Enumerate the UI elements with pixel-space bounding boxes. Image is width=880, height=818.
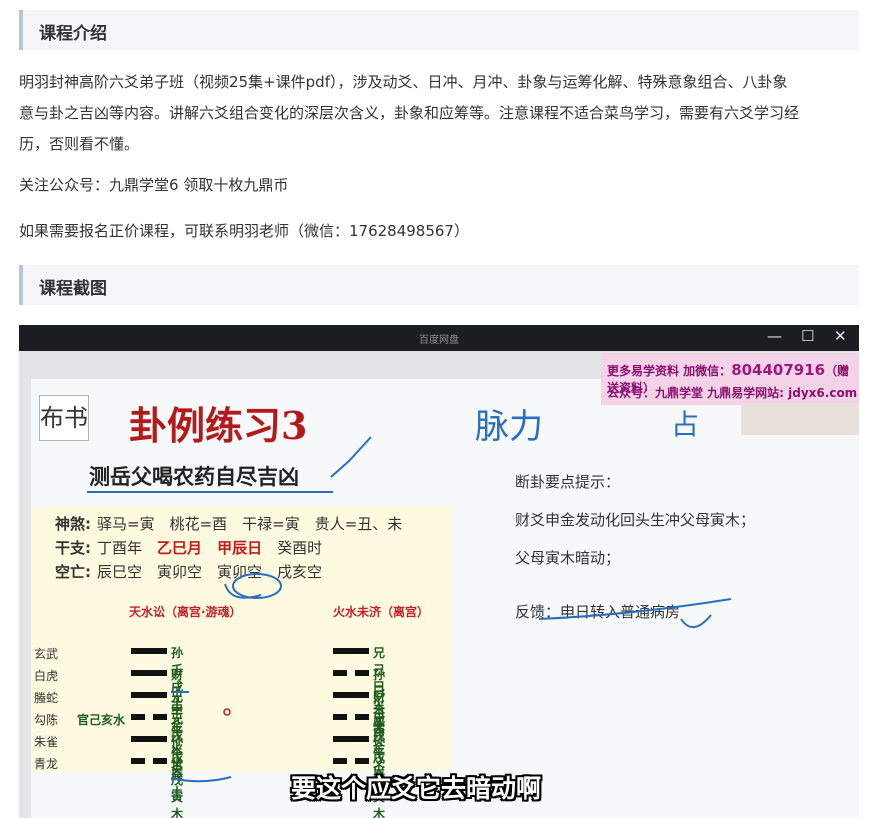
lecture-slide: 布书 卦例练习3 脉力 占 测岳父喝农药自尽吉凶 神煞: 驿马=寅 桃花=酉 干禄… [31,379,859,818]
screenshot-section-header: 课程截图 [19,265,859,305]
screenshot-heading: 课程截图 [39,279,107,299]
contact-text: 如果需要报名正价课程，可联系明羽老师（微信：17628498567） [19,222,469,240]
intro-section-header: 课程介绍 [19,10,859,50]
window-titlebar: 百度网盘 — ☐ ✕ [19,325,859,351]
course-screenshot: 百度网盘 — ☐ ✕ 布书 卦例练习3 脉力 占 测岳父喝农药自尽吉凶 神煞: 驿… [19,325,859,818]
close-icon: ✕ [834,327,847,345]
intro-paragraph: 明羽封神高阶六爻弟子班（视频25集+课件pdf），涉及动爻、日冲、月冲、卦象与运… [19,67,859,160]
maximize-icon: ☐ [801,327,815,345]
presenter-video-thumbnail [741,403,859,435]
ad-phone: 804407916 [731,361,826,379]
intro-heading: 课程介绍 [39,24,107,44]
ad-line2: 公众号：九鼎学堂 九鼎易学网站: jdyx6.com [607,386,858,400]
annotation-ink [170,436,732,783]
follow-text: 关注公众号：九鼎学堂6 领取十枚九鼎币 [19,176,289,194]
video-frame: 布书 卦例练习3 脉力 占 测岳父喝农药自尽吉凶 神煞: 驿马=寅 桃花=酉 干禄… [19,351,859,818]
intro-paragraph-line2: 意与卦之吉凶等内容。讲解六爻组合变化的深层次含义，卦象和应筹等。注意课程不适合菜… [19,104,800,122]
intro-paragraph-line3: 历，否则看不懂。 [19,135,140,153]
intro-paragraph-line1: 明羽封神高阶六爻弟子班（视频25集+课件pdf），涉及动爻、日冲、月冲、卦象与运… [19,73,788,91]
watermark-ad-banner: 更多易学资料 加微信：804407916（赠送资料） 公众号：九鼎学堂 九鼎易学… [601,353,859,405]
minimize-icon: — [767,327,782,345]
subtitle-caption: 要这个应爻它去暗动啊 [291,774,542,803]
window-title: 百度网盘 [419,335,459,346]
